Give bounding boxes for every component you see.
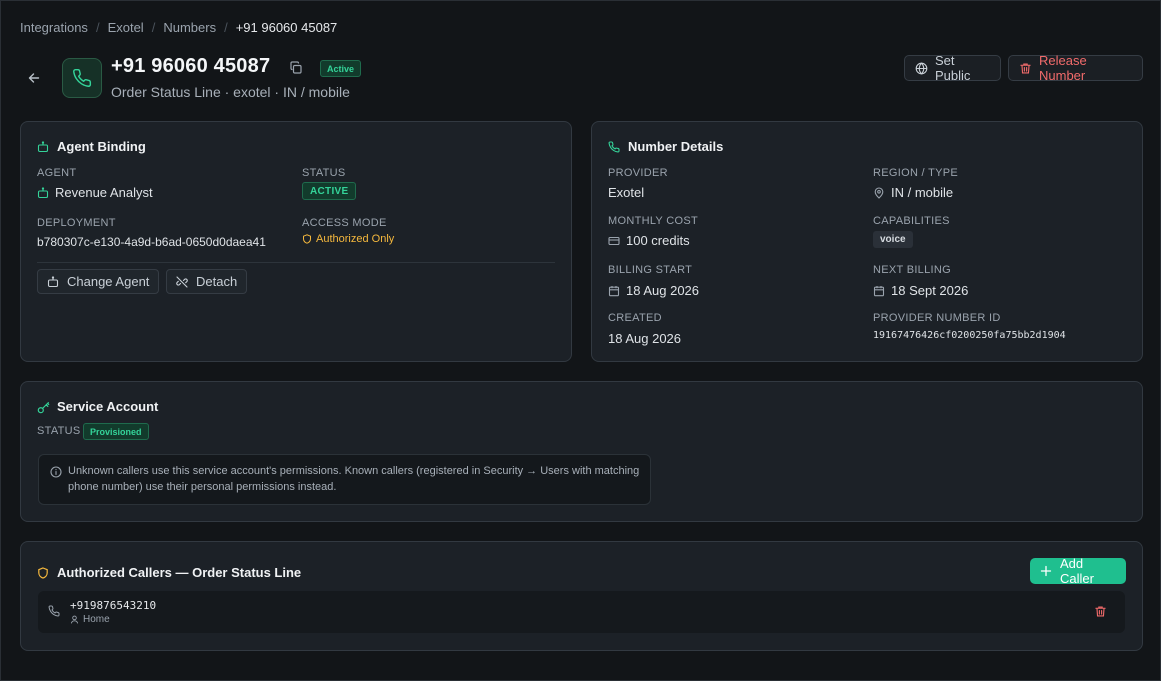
binding-status-badge: ACTIVE	[302, 182, 357, 200]
trash-icon	[1019, 62, 1031, 74]
access-mode-value: Authorized Only	[302, 233, 394, 245]
detach-button[interactable]: Detach	[166, 269, 248, 294]
agent-label: AGENT	[37, 167, 77, 179]
access-mode-text: Authorized Only	[316, 233, 395, 245]
credit-card-icon	[608, 235, 620, 247]
breadcrumb-current: +91 96060 45087	[235, 20, 338, 35]
divider	[37, 262, 555, 263]
set-public-button[interactable]: Set Public	[904, 53, 1001, 83]
plus-icon	[1040, 565, 1052, 577]
next-billing-text: 18 Sept 2026	[891, 283, 969, 298]
release-number-button[interactable]: Release Number	[1008, 53, 1143, 83]
card-title-text: Agent Binding	[57, 139, 146, 154]
status-badge: Active	[320, 60, 362, 77]
shield-icon	[37, 566, 49, 579]
capabilities-label: CAPABILITIES	[873, 215, 950, 227]
provisioned-badge: Provisioned	[83, 423, 149, 440]
billing-start-value: 18 Aug 2026	[608, 283, 699, 298]
region-value: IN / mobile	[873, 185, 953, 200]
billing-start-text: 18 Aug 2026	[626, 283, 700, 298]
back-arrow-icon[interactable]	[26, 70, 42, 86]
breadcrumb-numbers[interactable]: Numbers	[163, 20, 216, 35]
provider-label: PROVIDER	[608, 167, 668, 179]
number-details-title: Number Details	[608, 139, 723, 154]
caller-number: +919876543210	[70, 599, 157, 612]
breadcrumb-separator: /	[95, 20, 100, 35]
phone-icon	[48, 605, 60, 617]
region-label: REGION / TYPE	[873, 167, 958, 179]
deployment-label: DEPLOYMENT	[37, 217, 116, 229]
number-details-card: Number Details PROVIDER Exotel REGION / …	[591, 121, 1143, 362]
globe-icon	[915, 62, 928, 75]
card-title-text: Authorized Callers — Order Status Line	[57, 565, 302, 580]
next-billing-value: 18 Sept 2026	[873, 283, 968, 298]
caller-label-text: Home	[83, 614, 110, 625]
provider-id-label: PROVIDER NUMBER ID	[873, 312, 1001, 324]
breadcrumb: Integrations / Exotel / Numbers / +91 96…	[20, 20, 337, 35]
unlink-icon	[176, 275, 188, 288]
info-text: Unknown callers use this service account…	[68, 465, 640, 493]
change-agent-button[interactable]: Change Agent	[37, 269, 160, 294]
bot-icon	[37, 140, 49, 153]
info-callout: Unknown callers use this service account…	[38, 454, 651, 505]
delete-caller-icon[interactable]	[1094, 605, 1107, 618]
bot-icon	[37, 186, 49, 199]
copy-icon[interactable]	[289, 61, 303, 75]
user-icon	[70, 615, 79, 624]
bot-icon	[47, 275, 59, 288]
agent-binding-title: Agent Binding	[37, 139, 146, 154]
breadcrumb-separator: /	[151, 20, 156, 35]
caller-row: +919876543210 Home	[38, 591, 1125, 633]
phone-icon	[62, 58, 102, 98]
agent-value: Revenue Analyst	[37, 185, 153, 200]
monthly-cost-label: MONTHLY COST	[608, 215, 698, 227]
phone-icon	[608, 140, 620, 153]
authorized-callers-title: Authorized Callers — Order Status Line	[37, 565, 301, 580]
calendar-icon	[873, 285, 885, 297]
agent-binding-card: Agent Binding AGENT Revenue Analyst STAT…	[20, 121, 572, 362]
add-caller-button[interactable]: Add Caller	[1030, 556, 1126, 586]
breadcrumb-integrations[interactable]: Integrations	[20, 20, 88, 35]
map-pin-icon	[873, 186, 885, 199]
service-account-title: Service Account	[37, 399, 158, 414]
service-status-label: STATUS	[37, 425, 81, 437]
card-title-text: Service Account	[57, 399, 159, 414]
card-title-text: Number Details	[628, 139, 724, 154]
region-text: IN / mobile	[891, 185, 954, 200]
info-icon	[50, 466, 62, 478]
monthly-cost-value: 100 credits	[608, 233, 690, 248]
provider-value: Exotel	[608, 185, 645, 200]
created-label: CREATED	[608, 312, 662, 324]
deployment-value: b780307c-e130-4a9d-b6ad-0650d0daea41	[37, 235, 266, 249]
add-caller-label: Add Caller	[1060, 556, 1094, 586]
service-account-card: Service Account STATUS Provisioned Unkno…	[20, 381, 1143, 522]
key-icon	[37, 401, 50, 413]
change-agent-label: Change Agent	[67, 274, 150, 289]
set-public-label: Set Public	[935, 53, 971, 83]
detach-label: Detach	[196, 274, 238, 289]
caller-label: Home	[70, 614, 110, 625]
shield-icon	[302, 234, 312, 244]
breadcrumb-separator: /	[224, 20, 228, 35]
billing-start-label: BILLING START	[608, 264, 693, 276]
breadcrumb-exotel[interactable]: Exotel	[108, 20, 144, 35]
release-number-label: Release Number	[1039, 53, 1087, 83]
page-subtitle: Order Status Line · exotel · IN / mobile	[111, 84, 350, 100]
agent-name: Revenue Analyst	[55, 185, 153, 200]
capability-badge: voice	[873, 231, 913, 248]
page-title: +91 96060 45087	[111, 55, 271, 77]
monthly-cost-text: 100 credits	[626, 233, 690, 248]
created-value: 18 Aug 2026	[608, 331, 682, 346]
next-billing-label: NEXT BILLING	[873, 264, 951, 276]
status-label: STATUS	[302, 167, 346, 179]
access-mode-label: ACCESS MODE	[302, 217, 387, 229]
provider-id-value: 19167476426cf0200250fa75bb2d1904	[873, 330, 1066, 341]
calendar-icon	[608, 285, 620, 297]
